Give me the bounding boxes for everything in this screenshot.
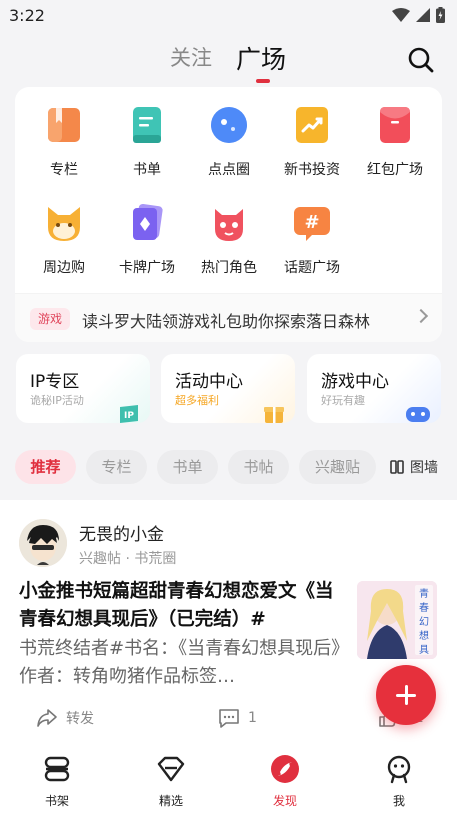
status-time: 3:22 bbox=[9, 6, 45, 25]
grid-item-booklist[interactable]: 书单 bbox=[107, 105, 187, 179]
nav-discover[interactable]: 发现 bbox=[250, 754, 320, 809]
planet-icon bbox=[209, 105, 249, 145]
grid-item-card[interactable]: 卡牌广场 bbox=[107, 203, 187, 277]
zone-game[interactable]: 游戏中心 好玩有趣 bbox=[307, 354, 441, 423]
filter-column[interactable]: 专栏 bbox=[86, 450, 147, 484]
grid-item-merch[interactable]: 周边购 bbox=[24, 203, 104, 277]
grid-label: 红包广场 bbox=[367, 162, 423, 178]
post-title: 小金推书短篇超甜青春幻想恋爱文《当青春幻想具现后》（已完结）# bbox=[19, 581, 334, 630]
zone-title: IP专区 bbox=[30, 372, 80, 392]
post-body: 书荒终结者#书名：《当青春幻想具现后》作者：转角吻猪作品标签… bbox=[19, 638, 341, 687]
thumbnail-title-char: 具 bbox=[419, 644, 429, 656]
zone-title: 活动中心 bbox=[175, 372, 243, 392]
gift-icon bbox=[264, 407, 284, 423]
tab-active-indicator bbox=[256, 79, 270, 83]
filter-booklist[interactable]: 书单 bbox=[157, 450, 218, 484]
card-icon bbox=[127, 203, 167, 243]
post-meta: 兴趣帖 · 书荒圈 bbox=[79, 551, 177, 567]
share-label: 转发 bbox=[66, 711, 94, 727]
thumbnail-title-char: 想 bbox=[419, 629, 429, 642]
banner-text: 读斗罗大陆领游戏礼包助你探索落日森林 bbox=[82, 312, 371, 331]
zone-activity[interactable]: 活动中心 超多福利 bbox=[161, 354, 295, 423]
grid-item-invest[interactable]: 新书投资 bbox=[272, 105, 352, 179]
nav-label: 我 bbox=[392, 794, 405, 808]
search-icon[interactable] bbox=[407, 46, 435, 74]
zone-subtitle: 诡秘IP活动 bbox=[30, 394, 84, 407]
battery-icon bbox=[436, 7, 445, 23]
category-card: 专栏 书单 点点圈 新书投资 红包广场 周边购 卡牌广场 热门角色 # 话题广场… bbox=[15, 87, 442, 342]
invest-chart-icon bbox=[292, 105, 332, 145]
ip-badge-icon: IP bbox=[120, 405, 138, 423]
bookshelf-icon bbox=[44, 756, 70, 782]
promo-banner[interactable]: 游戏 读斗罗大陆领游戏礼包助你探索落日森林 bbox=[15, 293, 442, 342]
filter-interest[interactable]: 兴趣贴 bbox=[299, 450, 376, 484]
zone-ip[interactable]: IP专区 诡秘IP活动 IP bbox=[16, 354, 150, 423]
diamond-icon bbox=[157, 756, 185, 782]
signal-icon bbox=[416, 8, 430, 22]
hashtag-icon: # bbox=[292, 203, 332, 243]
thumbnail-title-char: 春 bbox=[419, 602, 429, 614]
chevron-right-icon bbox=[413, 308, 429, 324]
post-thumbnail[interactable]: 青 春 幻 想 具 bbox=[357, 581, 437, 659]
tab-follow[interactable]: 关注 bbox=[170, 42, 212, 72]
filter-post[interactable]: 书帖 bbox=[228, 450, 289, 484]
status-bar: 3:22 bbox=[0, 0, 457, 30]
nav-label: 发现 bbox=[272, 794, 297, 808]
grid-item-planet[interactable]: 点点圈 bbox=[189, 105, 269, 179]
comment-count: 1 bbox=[248, 710, 257, 726]
grid-item-character[interactable]: 热门角色 bbox=[189, 203, 269, 277]
comment-button[interactable]: 1 bbox=[218, 708, 257, 728]
nav-label: 精选 bbox=[158, 794, 183, 808]
picture-wall-label: 图墙 bbox=[410, 460, 438, 476]
share-icon bbox=[37, 709, 57, 727]
nav-label: 书架 bbox=[44, 794, 69, 808]
column-icon bbox=[44, 105, 84, 145]
nav-featured[interactable]: 精选 bbox=[136, 754, 206, 809]
status-icons bbox=[392, 7, 445, 23]
svg-text:#: # bbox=[304, 212, 319, 233]
top-header: 关注 广场 bbox=[0, 38, 457, 84]
nav-bookshelf[interactable]: 书架 bbox=[22, 754, 92, 809]
picture-wall-toggle[interactable]: 图墙 bbox=[390, 457, 438, 477]
nav-me[interactable]: 我 bbox=[364, 754, 434, 809]
grid-item-topic[interactable]: # 话题广场 bbox=[272, 203, 352, 277]
create-post-button[interactable] bbox=[376, 665, 436, 725]
columns-icon bbox=[390, 460, 404, 474]
grid-item-red-packet[interactable]: 红包广场 bbox=[355, 105, 435, 179]
zone-subtitle: 超多福利 bbox=[175, 394, 219, 407]
thumbnail-title-char: 幻 bbox=[419, 615, 429, 628]
banner-tag: 游戏 bbox=[30, 308, 70, 330]
booklist-icon bbox=[127, 105, 167, 145]
share-button[interactable]: 转发 bbox=[36, 708, 94, 728]
filter-recommend[interactable]: 推荐 bbox=[15, 450, 76, 484]
tab-square[interactable]: 广场 bbox=[236, 40, 286, 76]
thumbnail-title-char: 青 bbox=[419, 587, 429, 600]
grid-label: 话题广场 bbox=[284, 260, 340, 276]
svg-text:IP: IP bbox=[124, 411, 134, 421]
post-username[interactable]: 无畏的小金 bbox=[79, 520, 164, 545]
profile-icon bbox=[387, 755, 411, 784]
red-packet-icon bbox=[375, 105, 415, 145]
grid-label: 点点圈 bbox=[208, 162, 250, 178]
grid-label: 书单 bbox=[133, 162, 161, 178]
grid-label: 卡牌广场 bbox=[119, 260, 175, 276]
comment-icon bbox=[219, 709, 239, 728]
grid-label: 新书投资 bbox=[284, 162, 340, 178]
grid-label: 热门角色 bbox=[201, 260, 257, 276]
zone-title: 游戏中心 bbox=[321, 372, 389, 392]
zone-subtitle: 好玩有趣 bbox=[321, 394, 365, 407]
grid-item-column[interactable]: 专栏 bbox=[24, 105, 104, 179]
character-icon bbox=[209, 203, 249, 243]
fox-icon bbox=[44, 203, 84, 243]
compass-icon bbox=[271, 755, 299, 783]
grid-label: 周边购 bbox=[43, 260, 85, 276]
grid-label: 专栏 bbox=[50, 162, 78, 178]
gamepad-icon bbox=[406, 407, 430, 422]
bottom-nav: 书架 精选 发现 我 bbox=[0, 742, 457, 814]
avatar[interactable] bbox=[19, 519, 67, 567]
wifi-icon bbox=[392, 8, 410, 22]
